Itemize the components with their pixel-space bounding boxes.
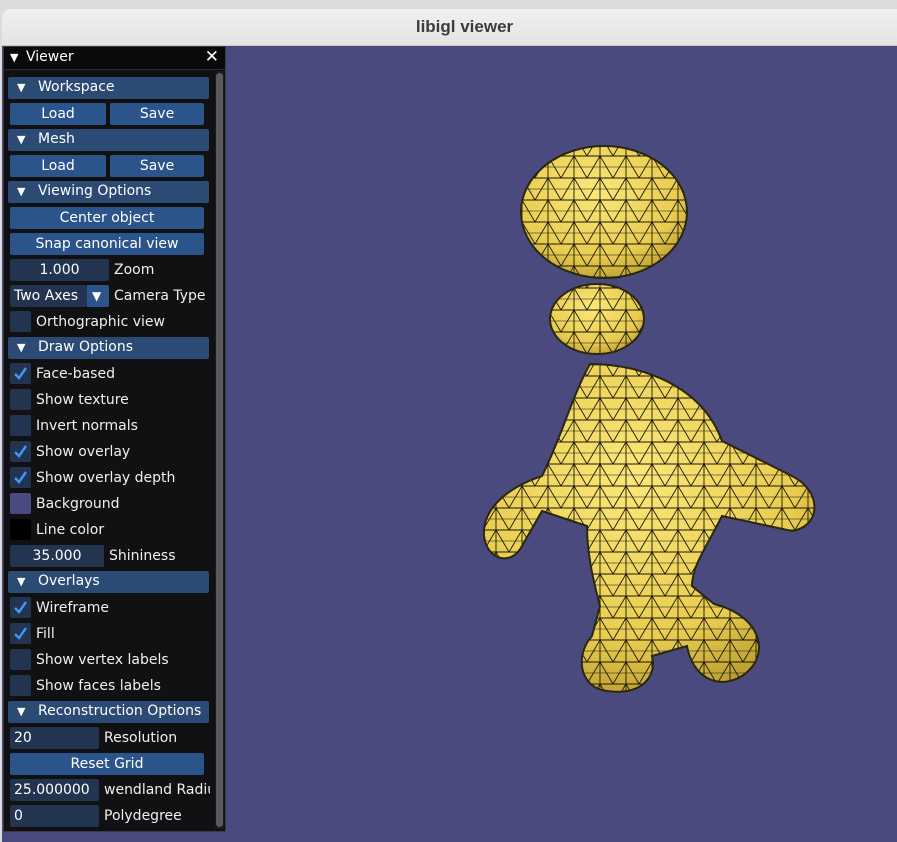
line-color-swatch[interactable] — [10, 519, 31, 540]
show-overlay-checkbox[interactable] — [10, 441, 31, 462]
show-faces-labels-checkbox[interactable] — [10, 675, 31, 696]
scrollbar-thumb[interactable] — [216, 73, 223, 827]
resolution-label: Resolution — [104, 730, 178, 746]
checkmark-icon — [14, 367, 27, 380]
shininess-input[interactable]: 35.000 — [10, 545, 104, 567]
polydegree-input[interactable]: 0 — [10, 805, 99, 827]
header-viewing-options-label: Viewing Options — [38, 183, 152, 199]
header-overlays-label: Overlays — [38, 573, 100, 589]
workspace-save-button[interactable]: Save — [110, 103, 204, 125]
fill-checkbox[interactable] — [10, 623, 31, 644]
header-viewing-options[interactable]: ▼ Viewing Options — [8, 181, 209, 203]
header-workspace-label: Workspace — [38, 79, 115, 95]
checkmark-icon — [14, 601, 27, 614]
line-color-label: Line color — [36, 522, 105, 538]
face-based-label: Face-based — [36, 366, 115, 382]
fill-label: Fill — [36, 626, 55, 642]
header-mesh-label: Mesh — [38, 131, 75, 147]
show-vertex-labels-checkbox[interactable] — [10, 649, 31, 670]
window-title: libigl viewer — [415, 17, 514, 36]
show-texture-label: Show texture — [36, 392, 129, 408]
wendland-radius-label: wendland Radius — [104, 782, 210, 798]
panel-title: Viewer — [26, 49, 74, 65]
header-draw-options-label: Draw Options — [38, 339, 134, 355]
background-color-label: Background — [36, 496, 120, 512]
triangle-down-icon: ▼ — [17, 341, 26, 354]
header-workspace[interactable]: ▼ Workspace — [8, 77, 209, 99]
checkmark-icon — [14, 445, 27, 458]
viewer-panel[interactable]: ▼ Viewer ✕ ▼ Workspace Load Save ▼ Mesh … — [3, 46, 226, 832]
checkmark-icon — [14, 627, 27, 640]
shininess-label: Shininess — [109, 548, 176, 564]
camera-type-label: Camera Type — [114, 288, 206, 304]
reset-grid-button[interactable]: Reset Grid — [10, 753, 204, 775]
orthographic-view-label: Orthographic view — [36, 314, 165, 330]
close-icon[interactable]: ✕ — [205, 47, 219, 67]
panel-titlebar[interactable]: ▼ Viewer ✕ — [4, 47, 225, 70]
header-overlays[interactable]: ▼ Overlays — [8, 571, 209, 593]
show-vertex-labels-label: Show vertex labels — [36, 652, 169, 668]
header-draw-options[interactable]: ▼ Draw Options — [8, 337, 209, 359]
workspace-load-button[interactable]: Load — [10, 103, 106, 125]
invert-normals-label: Invert normals — [36, 418, 138, 434]
window-titlebar[interactable]: libigl viewer — [2, 9, 897, 46]
invert-normals-checkbox[interactable] — [10, 415, 31, 436]
snap-canonical-view-button[interactable]: Snap canonical view — [10, 233, 204, 255]
show-texture-checkbox[interactable] — [10, 389, 31, 410]
background-color-swatch[interactable] — [10, 493, 31, 514]
zoom-label: Zoom — [114, 262, 155, 278]
zoom-input[interactable]: 1.000 — [10, 259, 109, 281]
header-mesh[interactable]: ▼ Mesh — [8, 129, 209, 151]
wireframe-checkbox[interactable] — [10, 597, 31, 618]
triangle-down-icon[interactable]: ▼ — [10, 51, 18, 64]
mesh-save-button[interactable]: Save — [110, 155, 204, 177]
camera-type-dropdown-button[interactable]: ▼ — [87, 285, 109, 307]
show-overlay-label: Show overlay — [36, 444, 131, 460]
triangle-down-icon: ▼ — [92, 289, 102, 303]
show-faces-labels-label: Show faces labels — [36, 678, 161, 694]
triangle-down-icon: ▼ — [17, 705, 26, 718]
triangle-down-icon: ▼ — [17, 575, 26, 588]
triangle-down-icon: ▼ — [17, 81, 26, 94]
resolution-input[interactable]: 20 — [10, 727, 99, 749]
show-overlay-depth-label: Show overlay depth — [36, 470, 176, 486]
header-reconstruction-options-label: Reconstruction Options — [38, 703, 202, 719]
checkmark-icon — [14, 471, 27, 484]
center-object-button[interactable]: Center object — [10, 207, 204, 229]
show-overlay-depth-checkbox[interactable] — [10, 467, 31, 488]
camera-type-select[interactable]: Two Axes — [10, 285, 87, 307]
triangle-down-icon: ▼ — [17, 185, 26, 198]
orthographic-view-checkbox[interactable] — [10, 311, 31, 332]
face-based-checkbox[interactable] — [10, 363, 31, 384]
polydegree-label: Polydegree — [104, 808, 182, 824]
mesh-load-button[interactable]: Load — [10, 155, 106, 177]
header-reconstruction-options[interactable]: ▼ Reconstruction Options — [8, 701, 209, 723]
triangle-down-icon: ▼ — [17, 133, 26, 146]
wendland-radius-input[interactable]: 25.000000 — [10, 779, 99, 801]
wireframe-label: Wireframe — [36, 600, 110, 616]
